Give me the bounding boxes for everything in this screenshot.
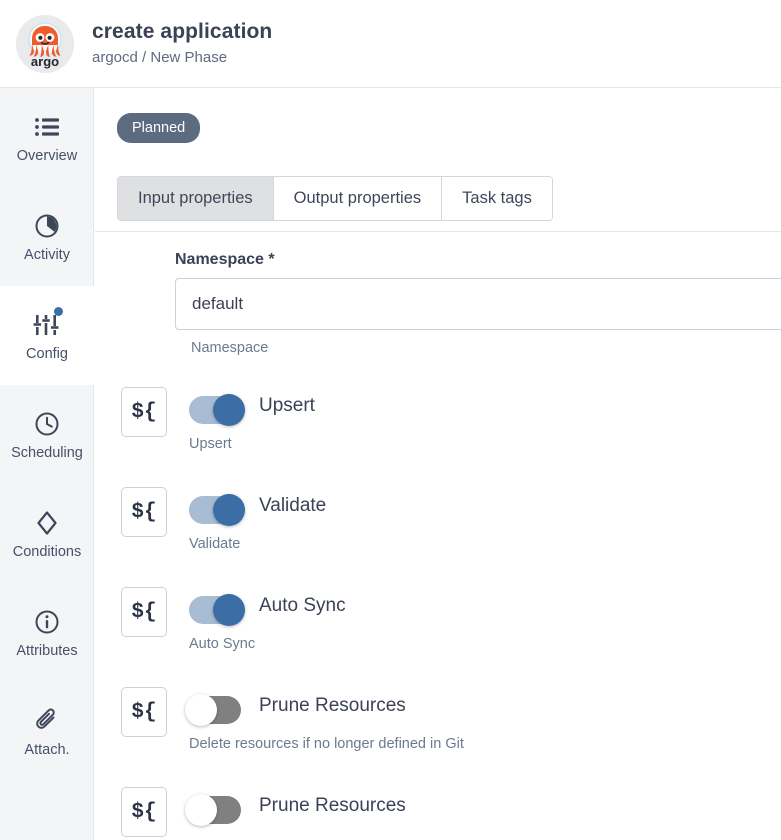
argo-wordmark: argo [31,54,59,69]
sidebar-item-activity[interactable]: Activity [0,187,94,286]
toggle-knob [213,394,245,426]
sidebar-item-label: Config [26,346,68,362]
toggle-knob [185,694,217,726]
tab-bar: Input properties Output properties Task … [117,176,553,221]
sidebar-item-label: Overview [17,148,77,164]
toggle-title: Prune Resources [259,695,406,717]
toggle-help-text: Auto Sync [189,636,255,652]
toggle-knob [213,494,245,526]
sidebar: Overview Activity [0,88,94,840]
namespace-field-block: Namespace * Namespace [175,251,781,356]
toggle-row-auto-sync: ${ Auto Sync Auto Sync [121,581,781,681]
toggle-title: Prune Resources [259,795,406,817]
status-badge: Planned [117,113,200,143]
app-root: argo create application argocd / New Pha… [0,0,781,840]
info-icon [34,607,60,637]
sidebar-item-label: Attach. [24,742,69,758]
tab-input-properties[interactable]: Input properties [118,177,274,220]
toggle-help-text: Upsert [189,436,232,452]
prune-resources-toggle[interactable] [189,696,241,724]
sidebar-item-label: Scheduling [11,445,83,461]
toggle-title: Validate [259,495,326,517]
expression-button[interactable]: ${ [121,687,167,737]
expression-button[interactable]: ${ [121,787,167,837]
app-header: argo create application argocd / New Pha… [0,0,781,88]
diamond-icon [35,508,59,538]
expression-button[interactable]: ${ [121,387,167,437]
upsert-toggle[interactable] [189,396,241,424]
toggle-row-validate: ${ Validate Validate [121,481,781,581]
clock-icon [34,409,60,439]
sidebar-item-attachments[interactable]: Attach. [0,682,94,781]
prune-resources-toggle-2[interactable] [189,796,241,824]
toggle-help-text: Delete resources if no longer defined in… [189,736,464,752]
namespace-label: Namespace * [175,251,781,269]
expression-button[interactable]: ${ [121,487,167,537]
sidebar-item-conditions[interactable]: Conditions [0,484,94,583]
expression-button[interactable]: ${ [121,587,167,637]
toggle-knob [185,794,217,826]
sidebar-item-overview[interactable]: Overview [0,88,94,187]
sidebar-item-label: Attributes [16,643,77,659]
list-icon [34,112,60,142]
toggle-row-upsert: ${ Upsert Upsert [121,381,781,481]
page-title: create application [92,19,272,45]
sidebar-item-label: Activity [24,247,70,263]
sliders-icon [33,310,61,340]
namespace-input[interactable] [175,278,781,330]
toggle-row-prune-resources-2: ${ Prune Resources [121,781,781,840]
argo-logo: argo [16,15,74,73]
sidebar-item-config[interactable]: Config [0,286,94,385]
toggle-row-prune-resources: ${ Prune Resources Delete resources if n… [121,681,781,781]
main-content: Planned Input properties Output properti… [95,88,781,840]
config-badge-dot [54,307,63,316]
paperclip-icon [34,706,60,736]
content-divider [95,231,781,232]
activity-icon [34,211,60,241]
toggle-help-text: Validate [189,536,240,552]
argo-logo-icon: argo [16,15,74,73]
toggle-knob [213,594,245,626]
toggle-title: Upsert [259,395,315,417]
sidebar-item-attributes[interactable]: Attributes [0,583,94,682]
auto-sync-toggle[interactable] [189,596,241,624]
validate-toggle[interactable] [189,496,241,524]
tab-task-tags[interactable]: Task tags [442,177,552,220]
sidebar-item-label: Conditions [13,544,82,560]
breadcrumb: argocd / New Phase [92,47,272,69]
namespace-help-text: Namespace [191,340,781,356]
sidebar-item-scheduling[interactable]: Scheduling [0,385,94,484]
toggle-title: Auto Sync [259,595,346,617]
header-text-group: create application argocd / New Phase [92,19,272,69]
tab-output-properties[interactable]: Output properties [274,177,443,220]
